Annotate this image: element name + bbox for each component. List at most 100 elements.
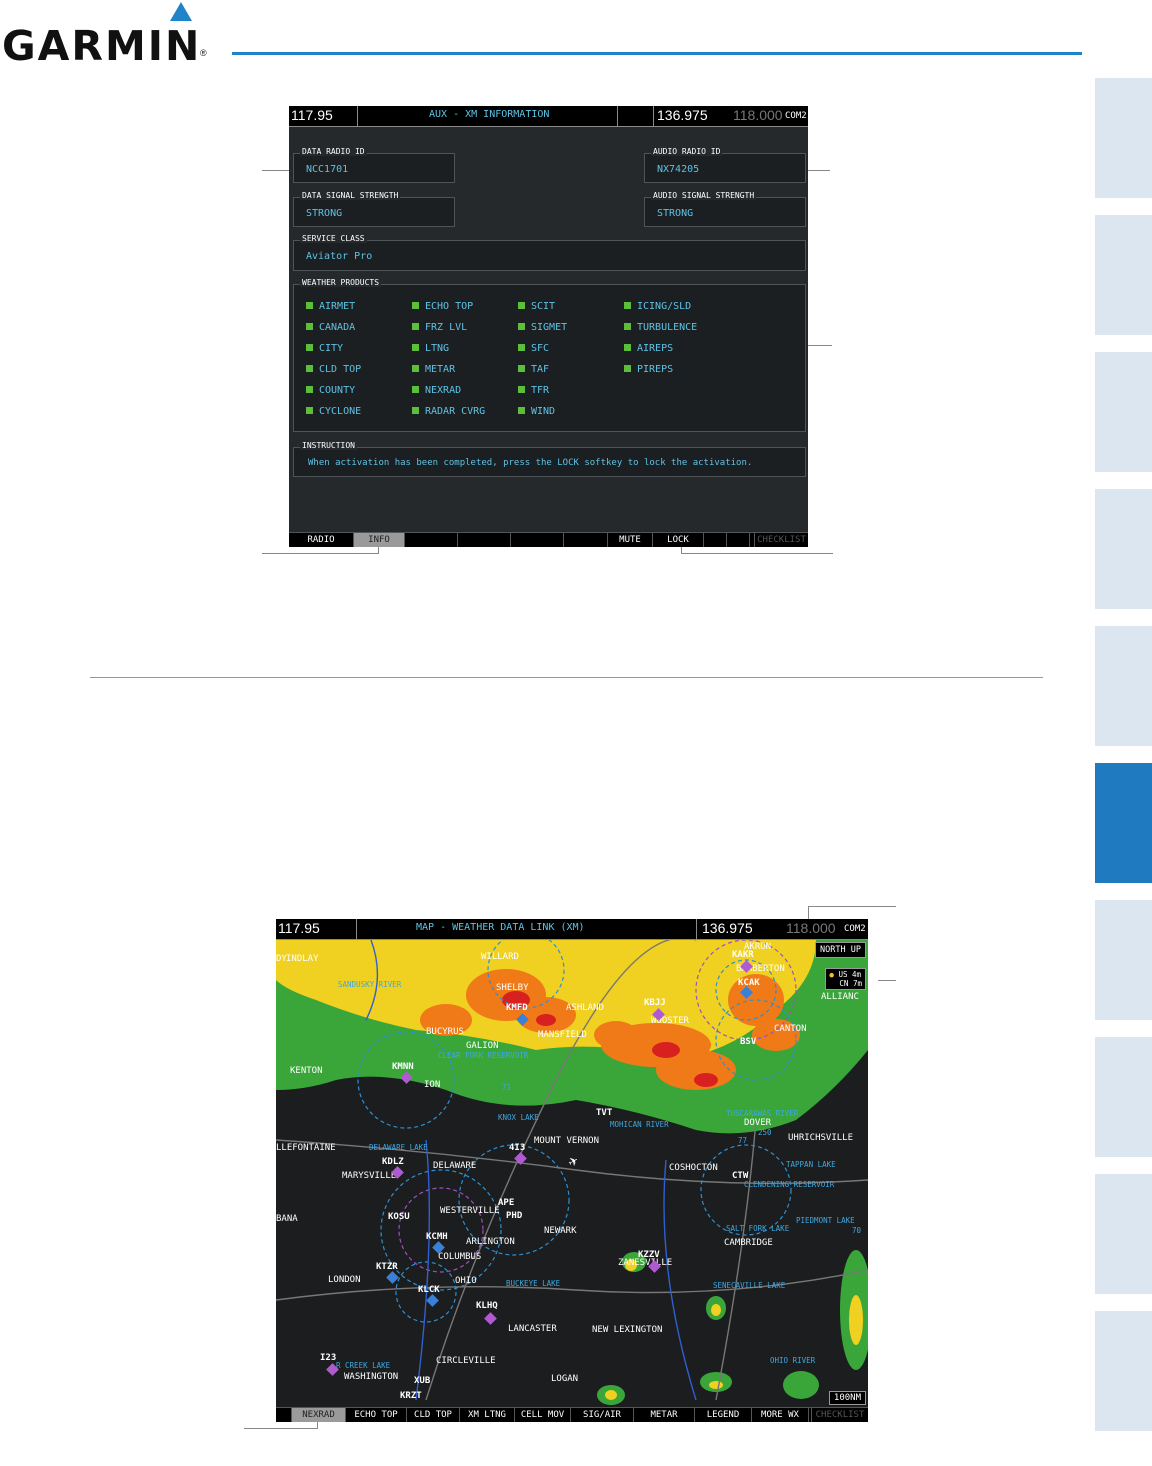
weather-product-item: METAR bbox=[412, 364, 455, 375]
section-tab-10[interactable] bbox=[1095, 1311, 1152, 1431]
weather-product-name: TAF bbox=[531, 364, 550, 375]
airport-label: KBJJ bbox=[644, 998, 666, 1008]
softkey-metar[interactable]: METAR bbox=[634, 1408, 695, 1422]
weather-map[interactable]: INDLAY WILLARD AKRON BARBERTON ALLIANC SHELBY… bbox=[276, 940, 868, 1407]
softkey-cell-mov[interactable]: CELL MOV bbox=[515, 1408, 571, 1422]
section-tab-2[interactable] bbox=[1095, 215, 1152, 335]
airport-label: XUB bbox=[414, 1376, 431, 1386]
product-available-indicator bbox=[518, 407, 525, 414]
section-tab-7[interactable] bbox=[1095, 900, 1152, 1020]
nexrad-age-legend: ● US 4m CN 7m bbox=[825, 968, 866, 990]
product-available-indicator bbox=[412, 386, 419, 393]
city-label: CAMBRIDGE bbox=[724, 1238, 773, 1248]
weather-product-item: RADAR CVRG bbox=[412, 406, 485, 417]
city-label: ALLIANC bbox=[821, 992, 859, 1002]
legend-cn-value: 7m bbox=[852, 979, 862, 988]
weather-product-name: CITY bbox=[319, 343, 344, 354]
section-tab-1[interactable] bbox=[1095, 78, 1152, 198]
section-tab-3[interactable] bbox=[1095, 352, 1152, 472]
section-tab-5[interactable] bbox=[1095, 626, 1152, 746]
com-standby-frequency[interactable]: 118.000 bbox=[786, 920, 836, 936]
callout-line bbox=[244, 1428, 318, 1429]
softkey-5[interactable] bbox=[511, 533, 564, 547]
section-tab-4[interactable] bbox=[1095, 489, 1152, 609]
softkey-info[interactable]: INFO bbox=[354, 533, 405, 547]
weather-product-name: TURBULENCE bbox=[637, 322, 698, 333]
weather-product-item: TURBULENCE bbox=[624, 322, 697, 333]
city-label: ION bbox=[424, 1080, 441, 1090]
weather-product-name: COUNTY bbox=[319, 385, 356, 396]
city-label: LONDON bbox=[328, 1275, 361, 1285]
softkey-mute[interactable]: MUTE bbox=[608, 533, 653, 547]
legend-us-value: 4m bbox=[852, 970, 862, 979]
city-label: DELAWARE bbox=[433, 1161, 477, 1171]
highway-shield-label: 77 bbox=[738, 1136, 748, 1145]
softkey-6[interactable] bbox=[564, 533, 608, 547]
river-line bbox=[415, 1139, 431, 1401]
instruction-text: When activation has been completed, pres… bbox=[308, 458, 753, 468]
river-line bbox=[663, 1159, 697, 1401]
city-label: ASHLAND bbox=[566, 1003, 604, 1013]
nav-frequency[interactable]: 117.95 bbox=[291, 107, 333, 123]
softkey-radio[interactable]: RADIO bbox=[289, 533, 354, 547]
service-class-box: SERVICE CLASS Aviator Pro bbox=[293, 234, 806, 271]
softkey-legend[interactable]: LEGEND bbox=[695, 1408, 752, 1422]
softkey-sig-air[interactable]: SIG/AIR bbox=[571, 1408, 634, 1422]
weather-products-label: WEATHER PRODUCTS bbox=[300, 278, 382, 287]
weather-product-item: TAF bbox=[518, 364, 549, 375]
section-tab-6-active[interactable] bbox=[1095, 763, 1152, 883]
product-available-indicator bbox=[518, 386, 525, 393]
softkey-echo-top[interactable]: ECHO TOP bbox=[346, 1408, 407, 1422]
weather-product-item: CANADA bbox=[306, 322, 355, 333]
section-tab-8[interactable] bbox=[1095, 1037, 1152, 1157]
airport-label: KRZT bbox=[400, 1391, 422, 1401]
section-tab-9[interactable] bbox=[1095, 1174, 1152, 1294]
softkey-10[interactable] bbox=[727, 533, 750, 547]
weather-product-item: ECHO TOP bbox=[412, 301, 473, 312]
softkey-1[interactable] bbox=[276, 1408, 292, 1422]
page-title: AUX - XM INFORMATION bbox=[429, 109, 550, 120]
product-available-indicator bbox=[306, 323, 313, 330]
softkey-more-wx[interactable]: MORE WX bbox=[752, 1408, 809, 1422]
airport-label: 4I3 bbox=[509, 1143, 526, 1153]
com-standby-frequency[interactable]: 118.000 bbox=[733, 107, 783, 123]
softkey-xm-ltng[interactable]: XM LTNG bbox=[460, 1408, 515, 1422]
weather-product-name: PIREPS bbox=[637, 364, 674, 375]
nexrad-light-precip bbox=[783, 1371, 819, 1399]
airport-label: KMNN bbox=[392, 1062, 414, 1072]
city-label: ARLINGTON bbox=[466, 1237, 515, 1247]
weather-product-name: WIND bbox=[531, 406, 556, 417]
nexrad-moderate-precip bbox=[711, 1304, 721, 1316]
softkey-3[interactable] bbox=[405, 533, 458, 547]
weather-product-name: ICING/SLD bbox=[637, 301, 692, 312]
product-available-indicator bbox=[306, 386, 313, 393]
weather-product-item: AIRMET bbox=[306, 301, 355, 312]
weather-product-name: CYCLONE bbox=[319, 406, 362, 417]
softkey-nexrad[interactable]: NEXRAD bbox=[292, 1408, 346, 1422]
product-available-indicator bbox=[624, 344, 631, 351]
airport-label: KLHQ bbox=[476, 1301, 498, 1311]
city-label: OHIO bbox=[455, 1276, 477, 1286]
softkey-lock[interactable]: LOCK bbox=[653, 533, 704, 547]
nexrad-intense-cell bbox=[652, 1042, 680, 1058]
nav-frequency[interactable]: 117.95 bbox=[278, 920, 320, 936]
softkey-4[interactable] bbox=[458, 533, 511, 547]
data-signal-strength-label: DATA SIGNAL STRENGTH bbox=[300, 191, 401, 200]
com-active-frequency[interactable]: 136.975 bbox=[657, 107, 708, 123]
map-orientation[interactable]: NORTH UP bbox=[815, 942, 866, 958]
product-available-indicator bbox=[412, 302, 419, 309]
product-available-indicator bbox=[518, 344, 525, 351]
city-label: WILLARD bbox=[481, 952, 519, 962]
com-active-frequency[interactable]: 136.975 bbox=[702, 920, 753, 936]
map-range[interactable]: 100NM bbox=[828, 1391, 866, 1405]
garmin-logo-triangle-icon bbox=[170, 2, 192, 21]
softkey-cld-top[interactable]: CLD TOP bbox=[407, 1408, 460, 1422]
city-label: MANSFIELD bbox=[538, 1030, 587, 1040]
water-feature-label: TAPPAN LAKE bbox=[786, 1160, 836, 1169]
softkey-checklist[interactable]: CHECKLIST bbox=[812, 1408, 868, 1422]
city-label: DOVER bbox=[744, 1118, 772, 1128]
softkey-checklist[interactable]: CHECKLIST bbox=[755, 533, 808, 547]
softkey-9[interactable] bbox=[704, 533, 727, 547]
city-label: WESTERVILLE bbox=[440, 1206, 500, 1216]
data-radio-id-value: NCC1701 bbox=[306, 164, 349, 175]
